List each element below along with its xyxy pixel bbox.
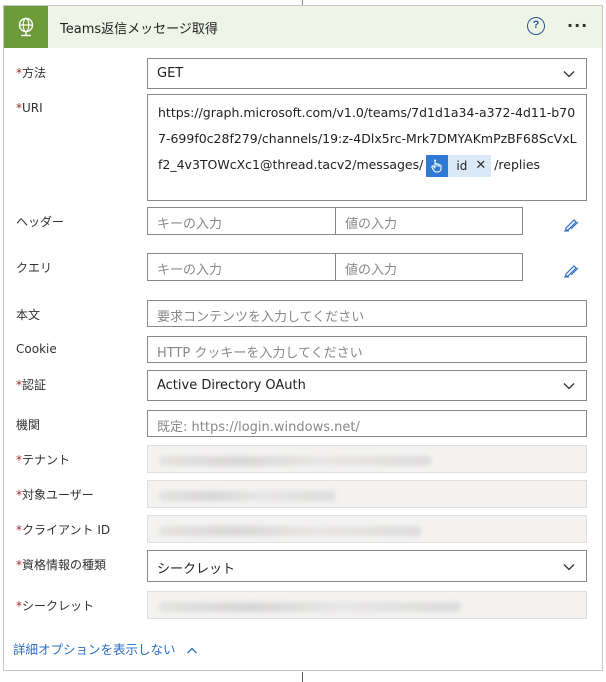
http-connector-icon <box>4 6 48 48</box>
chevron-down-icon <box>563 564 575 571</box>
hand-pointer-icon <box>426 154 449 177</box>
switch-to-text-mode-icon[interactable] <box>563 262 581 278</box>
header-key-input[interactable]: キーの入力 <box>147 207 336 235</box>
client-id-input[interactable] <box>147 515 587 543</box>
redacted-value <box>159 491 335 501</box>
flow-connector-bottom <box>302 672 303 682</box>
uri-value[interactable]: https://graph.microsoft.com/v1.0/teams/7… <box>158 100 578 178</box>
method-dropdown[interactable]: GET <box>147 58 587 89</box>
cookie-label: Cookie <box>16 342 57 356</box>
action-title[interactable]: Teams返信メッセージ取得 <box>60 18 218 37</box>
auth-label: *認証 <box>16 378 47 392</box>
query-value-input[interactable]: 値の入力 <box>335 253 523 281</box>
method-value: GET <box>157 66 184 81</box>
redacted-value <box>159 526 421 536</box>
authority-input[interactable]: 既定: https://login.windows.net/ <box>147 410 587 437</box>
cookie-input[interactable]: HTTP クッキーを入力してください <box>147 336 587 363</box>
card-header[interactable]: Teams返信メッセージ取得 ? ··· <box>4 6 602 48</box>
auth-dropdown[interactable]: Active Directory OAuth <box>147 370 587 401</box>
dynamic-content-token-id[interactable]: id ✕ <box>426 153 492 179</box>
headers-label: ヘッダー <box>16 215 65 229</box>
credential-type-label: *資格情報の種類 <box>16 558 107 572</box>
chevron-down-icon <box>563 71 575 78</box>
chevron-down-icon <box>563 383 575 390</box>
http-action-card: Teams返信メッセージ取得 ? ··· *方法 GET *URI https:… <box>3 5 603 671</box>
header-value-input[interactable]: 値の入力 <box>335 207 523 235</box>
method-label: *方法 <box>16 66 47 80</box>
uri-input[interactable]: https://graph.microsoft.com/v1.0/teams/7… <box>147 94 587 201</box>
redacted-value <box>159 602 461 612</box>
credential-type-value: シークレット <box>157 562 236 577</box>
authority-label: 機関 <box>16 418 41 432</box>
client-id-label: *クライアント ID <box>16 523 111 537</box>
body-input[interactable]: 要求コンテンツを入力してください <box>147 300 587 327</box>
secret-label: *シークレット <box>16 599 95 613</box>
hide-advanced-options-link[interactable]: 詳細オプションを表示しない <box>13 639 198 658</box>
remove-token-icon[interactable]: ✕ <box>475 153 491 179</box>
uri-label: *URI <box>16 101 43 115</box>
help-icon[interactable]: ? <box>527 17 545 35</box>
credential-type-dropdown[interactable]: シークレット <box>147 550 587 582</box>
chevron-up-icon <box>186 647 197 653</box>
body-label: 本文 <box>16 308 41 322</box>
query-key-input[interactable]: キーの入力 <box>147 253 336 281</box>
audience-input[interactable] <box>147 480 587 508</box>
switch-to-text-mode-icon[interactable] <box>563 216 581 232</box>
redacted-value <box>159 456 431 466</box>
tenant-input[interactable] <box>147 445 587 473</box>
queries-label: クエリ <box>16 261 53 275</box>
tenant-label: *テナント <box>16 453 71 467</box>
more-options-icon[interactable]: ··· <box>567 16 588 35</box>
audience-label: *対象ユーザー <box>16 488 94 502</box>
secret-input[interactable] <box>147 591 587 619</box>
auth-value: Active Directory OAuth <box>157 378 306 393</box>
